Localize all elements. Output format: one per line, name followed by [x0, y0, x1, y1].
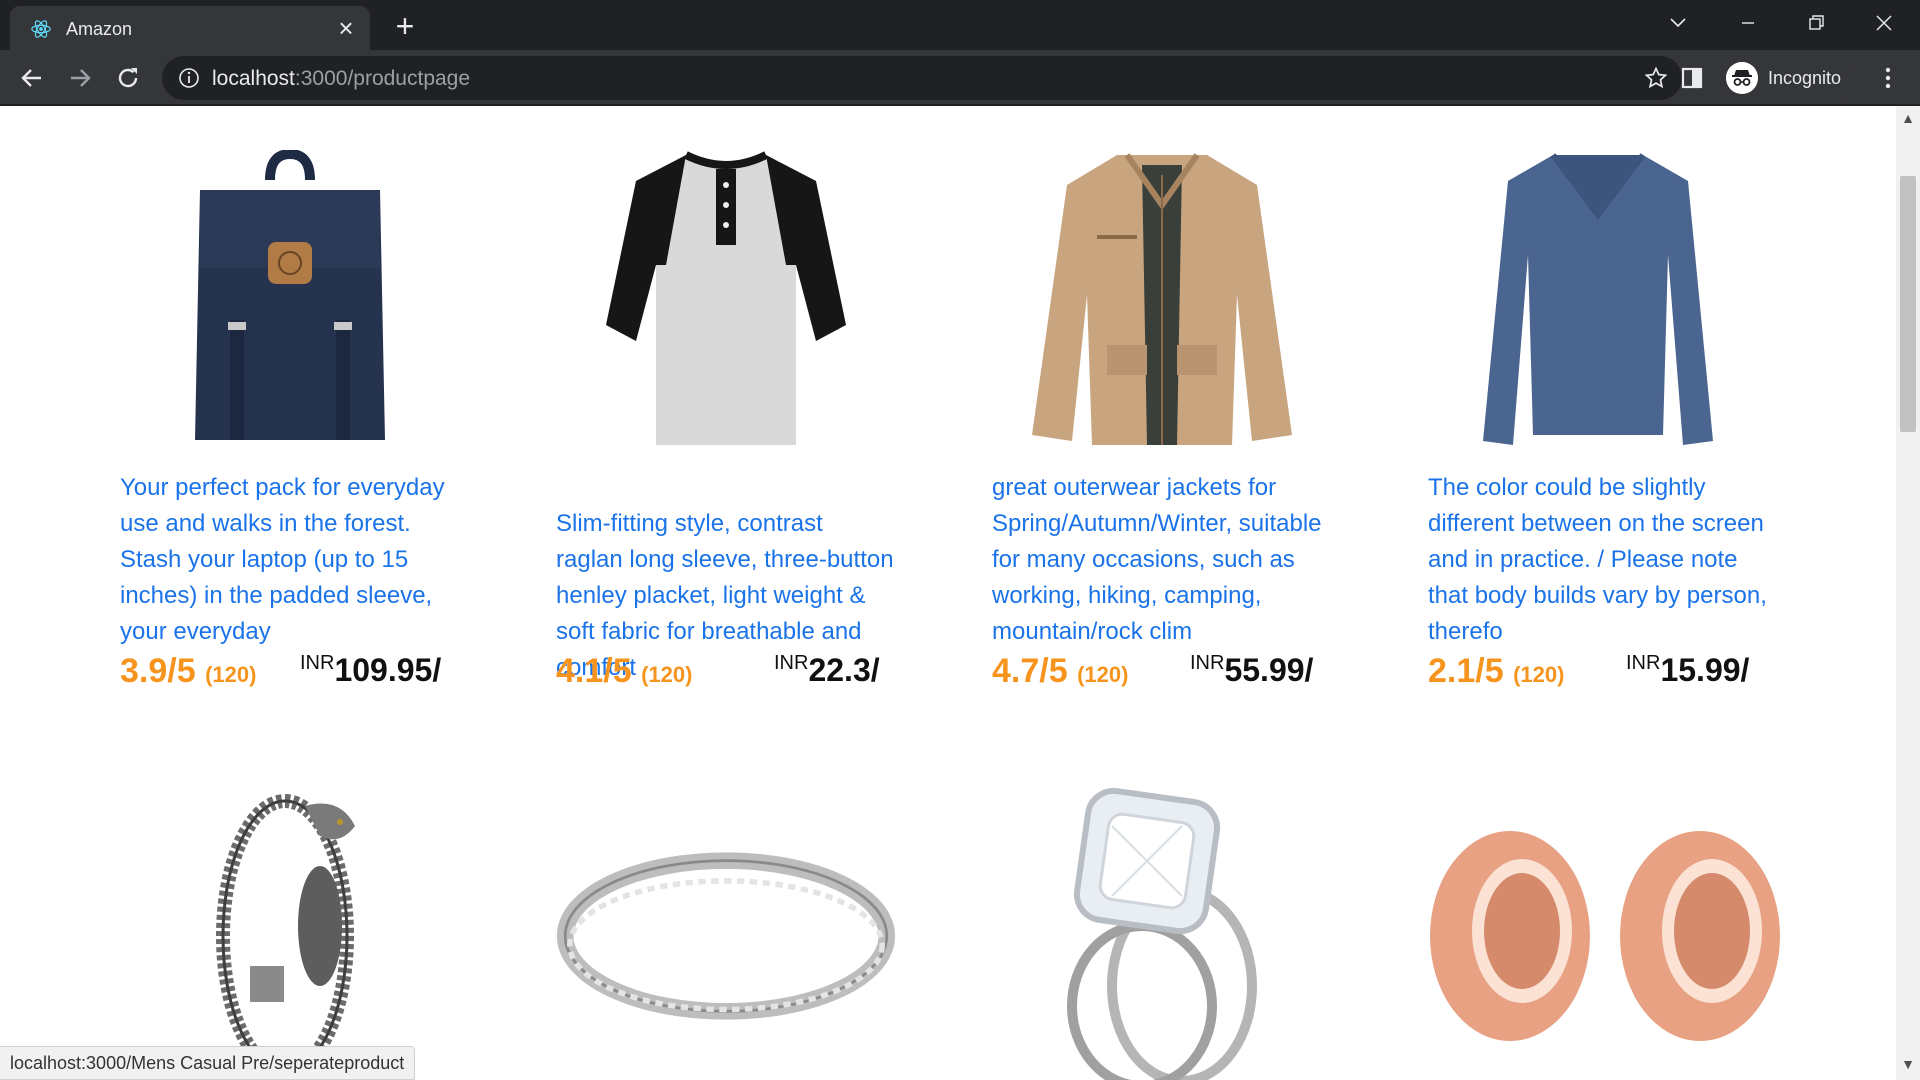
product-card[interactable]: The color could be slightly different be… [1428, 150, 1768, 750]
product-card[interactable]: Slim-fitting style, contrast raglan long… [556, 150, 896, 750]
back-arrow-icon[interactable] [16, 62, 48, 94]
product-card[interactable] [120, 786, 460, 1080]
product-price: INR109.95/ [300, 652, 441, 689]
henley-shirt-image [606, 151, 846, 445]
side-panel-icon[interactable] [1678, 64, 1706, 92]
product-description[interactable]: The color could be slightly different be… [1428, 470, 1768, 650]
new-tab-icon[interactable]: + [390, 10, 420, 42]
browser-titlebar: Amazon × + [0, 0, 1920, 50]
price-value: 109.95/ [334, 652, 442, 688]
kebab-menu-icon[interactable] [1876, 64, 1900, 92]
incognito-label: Incognito [1768, 68, 1842, 88]
product-card[interactable]: great outerwear jackets for Spring/Autum… [992, 150, 1332, 750]
product-image-henley[interactable] [556, 150, 896, 450]
reload-icon[interactable] [112, 62, 144, 94]
scroll-up-arrow-icon[interactable]: ▲ [1896, 110, 1920, 130]
bookmark-star-icon[interactable] [1644, 66, 1668, 90]
tab-search-chevron-icon[interactable] [1658, 8, 1698, 38]
scroll-thumb[interactable] [1900, 176, 1916, 432]
price-currency: INR [300, 652, 335, 674]
page-viewport: Your perfect pack for everyday use and w… [0, 106, 1896, 1080]
bracelet-image [216, 794, 355, 1078]
restore-icon[interactable] [1796, 8, 1836, 38]
rating-value: 3.9/5 [120, 652, 196, 690]
browser-tab[interactable]: Amazon × [10, 6, 370, 50]
rating-count: (120) [1513, 662, 1565, 687]
incognito-icon [1726, 62, 1758, 94]
product-image-bracelet[interactable] [120, 786, 460, 1080]
product-image-diamond-ring[interactable] [992, 786, 1332, 1080]
scroll-down-arrow-icon[interactable]: ▼ [1896, 1056, 1920, 1076]
diamond-ring-image [1067, 787, 1257, 1080]
price-value: 22.3/ [808, 652, 880, 688]
price-value: 15.99/ [1660, 652, 1750, 688]
vneck-shirt-image [1483, 153, 1713, 445]
tab-title: Amazon [66, 19, 133, 39]
product-image-plugs[interactable] [1410, 786, 1790, 1080]
product-image-ring[interactable] [556, 786, 896, 1080]
price-currency: INR [1626, 652, 1661, 674]
rating-count: (120) [1077, 662, 1129, 687]
product-rating: 4.7/5 (120) [992, 652, 1128, 691]
product-image-vneck[interactable] [1428, 150, 1768, 450]
react-icon [31, 20, 51, 38]
tab-close-icon[interactable]: × [334, 15, 358, 41]
price-value: 55.99/ [1224, 652, 1314, 688]
product-image-backpack[interactable] [120, 150, 460, 450]
rating-value: 2.1/5 [1428, 652, 1504, 690]
window-close-icon[interactable] [1864, 8, 1904, 38]
product-card[interactable] [556, 786, 896, 1080]
rating-count: (120) [205, 662, 257, 687]
rose-gold-plugs-image [1430, 831, 1780, 1041]
address-bar[interactable]: localhost:3000/productpage [162, 56, 1682, 100]
product-description[interactable]: Your perfect pack for everyday use and w… [120, 470, 460, 650]
forward-arrow-icon[interactable] [64, 62, 96, 94]
product-description[interactable]: great outerwear jackets for Spring/Autum… [992, 470, 1332, 650]
site-info-icon[interactable] [178, 67, 200, 89]
product-rating: 2.1/5 (120) [1428, 652, 1564, 691]
backpack-image [195, 150, 385, 440]
status-bar-link-preview: localhost:3000/Mens Casual Pre/seperatep… [0, 1046, 416, 1080]
minimize-icon[interactable] [1728, 8, 1768, 38]
url-text[interactable]: localhost:3000/productpage [212, 67, 470, 91]
ring-image [556, 852, 896, 1020]
product-rating: 4.1/5 (120) [556, 652, 692, 691]
price-currency: INR [1190, 652, 1225, 674]
product-price: INR55.99/ [1190, 652, 1313, 689]
rating-value: 4.7/5 [992, 652, 1068, 690]
product-card[interactable] [992, 786, 1332, 1080]
rating-value: 4.1/5 [556, 652, 632, 690]
product-image-jacket[interactable] [992, 150, 1332, 450]
price-currency: INR [774, 652, 809, 674]
rating-count: (120) [641, 662, 693, 687]
product-card[interactable] [1410, 786, 1790, 1080]
product-price: INR22.3/ [774, 652, 880, 689]
product-price: INR15.99/ [1626, 652, 1749, 689]
product-rating: 3.9/5 (120) [120, 652, 256, 691]
browser-toolbar: localhost:3000/productpage Incognito [0, 50, 1920, 106]
page-scrollbar[interactable]: ▲ ▼ [1896, 106, 1920, 1080]
product-card[interactable]: Your perfect pack for everyday use and w… [120, 150, 460, 750]
incognito-profile-button[interactable]: Incognito [1722, 56, 1856, 100]
jacket-image [1032, 153, 1292, 445]
